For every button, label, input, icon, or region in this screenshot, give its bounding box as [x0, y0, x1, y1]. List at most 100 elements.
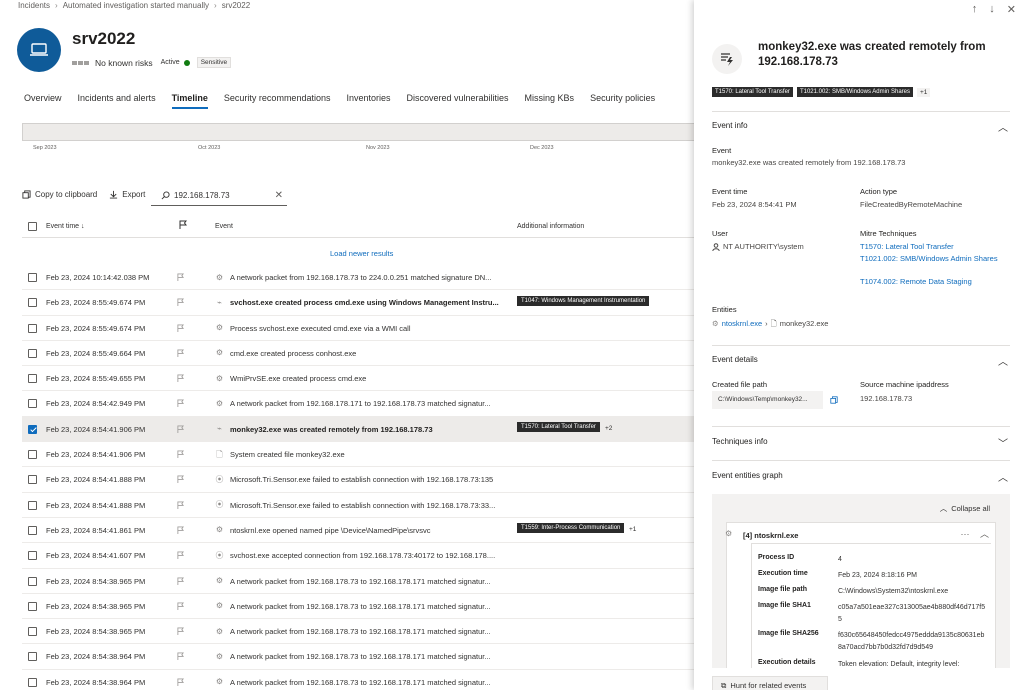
mitre-link[interactable]: T1570: Lateral Tool Transfer [860, 241, 1000, 253]
event-details-section-toggle[interactable]: Event details ︿ [712, 355, 1010, 368]
row-checkbox[interactable] [28, 323, 37, 335]
row-checkbox[interactable] [28, 475, 37, 486]
breadcrumb-investigation[interactable]: Automated investigation started manually [63, 1, 209, 10]
flag-icon[interactable] [177, 324, 184, 334]
table-row[interactable]: Feb 23, 2024 8:54:38.965 PM ⚙ A network pa… [22, 594, 694, 620]
event-info-section-toggle[interactable]: Event info ︿ [712, 121, 1010, 134]
copy-path-icon[interactable] [830, 396, 838, 406]
row-checkbox[interactable] [28, 551, 37, 562]
row-checkbox[interactable] [28, 677, 37, 689]
flag-icon[interactable] [177, 273, 184, 283]
search-box[interactable]: ✕ [151, 186, 287, 206]
timeline-month-label: Nov 2023 [366, 145, 390, 151]
row-checkbox[interactable] [28, 374, 37, 385]
entity-parent-link[interactable]: ntoskrnl.exe [722, 318, 762, 330]
row-checkbox[interactable] [28, 298, 37, 309]
tab-security-recommendations[interactable]: Security recommendations [224, 93, 331, 109]
table-row[interactable]: Feb 23, 2024 8:54:41.888 PM ⦿ Microsoft.Tr… [22, 467, 694, 493]
flag-icon[interactable] [177, 551, 184, 561]
row-checkbox[interactable] [28, 273, 37, 284]
tab-missing-kbs[interactable]: Missing KBs [525, 93, 575, 109]
breadcrumb-incidents[interactable]: Incidents [18, 1, 50, 10]
row-checkbox[interactable] [28, 348, 37, 360]
flag-icon[interactable] [177, 425, 184, 435]
table-row[interactable]: Feb 23, 2024 10:14:42.038 PM ⚙ A network p… [22, 265, 694, 291]
flag-icon[interactable] [177, 577, 184, 587]
table-row[interactable]: Feb 23, 2024 8:54:38.964 PM ⚙ A network pa… [22, 670, 694, 690]
flag-icon[interactable] [177, 298, 184, 308]
export-button[interactable]: Export [109, 190, 145, 199]
tab-discovered-vulnerabilities[interactable]: Discovered vulnerabilities [407, 93, 509, 109]
row-checkbox[interactable] [28, 424, 37, 436]
table-row[interactable]: Feb 23, 2024 8:55:49.674 PM ⌁ svchost.exe … [22, 290, 694, 316]
table-row[interactable]: Feb 23, 2024 8:55:49.655 PM ⚙ WmiPrvSE.exe… [22, 366, 694, 392]
row-checkbox[interactable] [28, 601, 37, 613]
table-row[interactable]: Feb 23, 2024 8:54:41.906 PM 🗋 System creat… [22, 442, 694, 468]
row-checkbox[interactable] [28, 652, 37, 663]
collapse-all-button[interactable]: ︿ Collapse all [940, 503, 990, 514]
row-checkbox[interactable] [28, 576, 37, 588]
load-newer-results-link[interactable]: Load newer results [330, 249, 393, 258]
table-row[interactable]: Feb 23, 2024 8:54:38.965 PM ⚙ A network pa… [22, 569, 694, 594]
mitre-link[interactable]: T1021.002: SMB/Windows Admin Shares [860, 253, 1000, 265]
close-panel-icon[interactable]: ✕ [1007, 3, 1016, 16]
more-options-icon[interactable]: ··· [960, 529, 969, 539]
entities-label: Entities [712, 305, 737, 314]
previous-event-icon[interactable]: ↑ [972, 3, 978, 16]
more-tags-badge[interactable]: +1 [917, 87, 931, 97]
row-event-time: Feb 23, 2024 8:54:38.964 PM [46, 652, 146, 662]
tab-security-policies[interactable]: Security policies [590, 93, 655, 109]
row-checkbox[interactable] [28, 500, 37, 512]
row-checkbox[interactable] [28, 399, 37, 410]
row-more-tags[interactable]: +2 [605, 425, 612, 432]
flag-icon[interactable] [177, 627, 184, 637]
table-row[interactable]: Feb 23, 2024 8:54:41.607 PM ⦿ svchost.exe … [22, 543, 694, 569]
entities-graph-section-toggle[interactable]: Event entities graph ︿ [712, 471, 1010, 484]
tab-timeline[interactable]: Timeline [171, 93, 209, 109]
table-row[interactable]: Feb 23, 2024 8:54:38.964 PM ⚙ A network pa… [22, 644, 694, 670]
next-event-icon[interactable]: ↓ [989, 3, 995, 16]
tab-incidents-and-alerts[interactable]: Incidents and alerts [78, 93, 156, 109]
table-row[interactable]: Feb 23, 2024 8:54:41.861 PM ⚙ ntoskrnl.exe… [22, 518, 694, 544]
row-checkbox[interactable] [28, 525, 37, 537]
network-icon: ⚙ [215, 601, 224, 611]
table-row[interactable]: Feb 23, 2024 8:55:49.664 PM ⚙ cmd.exe crea… [22, 341, 694, 367]
copy-button[interactable]: Copy to clipboard [22, 190, 97, 199]
flag-icon[interactable] [177, 526, 184, 536]
table-row[interactable]: Feb 23, 2024 8:54:41.888 PM ⦿ Microsoft.Tr… [22, 493, 694, 518]
flag-icon[interactable] [177, 602, 184, 612]
table-row[interactable]: Feb 23, 2024 8:54:38.965 PM ⚙ A network pa… [22, 619, 694, 645]
user-icon [712, 242, 720, 251]
select-all-checkbox[interactable] [28, 222, 37, 233]
column-additional-info[interactable]: Additional information [517, 223, 584, 230]
row-checkbox[interactable] [28, 627, 37, 638]
techniques-info-section-toggle[interactable]: Techniques info ﹀ [712, 437, 1010, 450]
timeline-range-bar[interactable] [22, 123, 694, 141]
search-input[interactable] [174, 191, 270, 200]
flag-icon[interactable] [177, 349, 184, 359]
mitre-link[interactable]: T1074.002: Remote Data Staging [860, 276, 1000, 288]
tab-overview[interactable]: Overview [24, 93, 62, 109]
column-event-time[interactable]: Event time ↓ [46, 223, 85, 230]
tab-inventories[interactable]: Inventories [346, 93, 390, 109]
flag-icon[interactable] [177, 501, 184, 511]
column-event[interactable]: Event [215, 223, 233, 230]
flag-icon[interactable] [177, 475, 184, 485]
user-name: NT AUTHORITY\system [723, 242, 804, 251]
mitre-label: Mitre Techniques [860, 229, 917, 238]
table-row[interactable]: Feb 23, 2024 8:55:49.674 PM ⚙ Process svch… [22, 316, 694, 341]
entities-graph-heading: Event entities graph [712, 471, 783, 480]
table-row[interactable]: Feb 23, 2024 8:54:41.906 PM ⌁ monkey32.exe… [22, 416, 694, 443]
flag-icon[interactable] [177, 450, 184, 460]
row-more-tags[interactable]: +1 [629, 526, 636, 533]
hunt-related-events-button[interactable]: ⧉ Hunt for related events [712, 676, 828, 690]
chevron-up-icon[interactable]: ︿ [980, 529, 989, 539]
row-checkbox[interactable] [28, 450, 37, 461]
table-row[interactable]: Feb 23, 2024 8:54:42.949 PM ⚙ A network pa… [22, 391, 694, 417]
copy-label: Copy to clipboard [35, 190, 98, 199]
flag-icon[interactable] [177, 374, 184, 384]
flag-icon[interactable] [177, 678, 184, 688]
clear-search-icon[interactable]: ✕ [275, 190, 283, 201]
flag-icon[interactable] [177, 652, 184, 662]
flag-icon[interactable] [177, 399, 184, 409]
